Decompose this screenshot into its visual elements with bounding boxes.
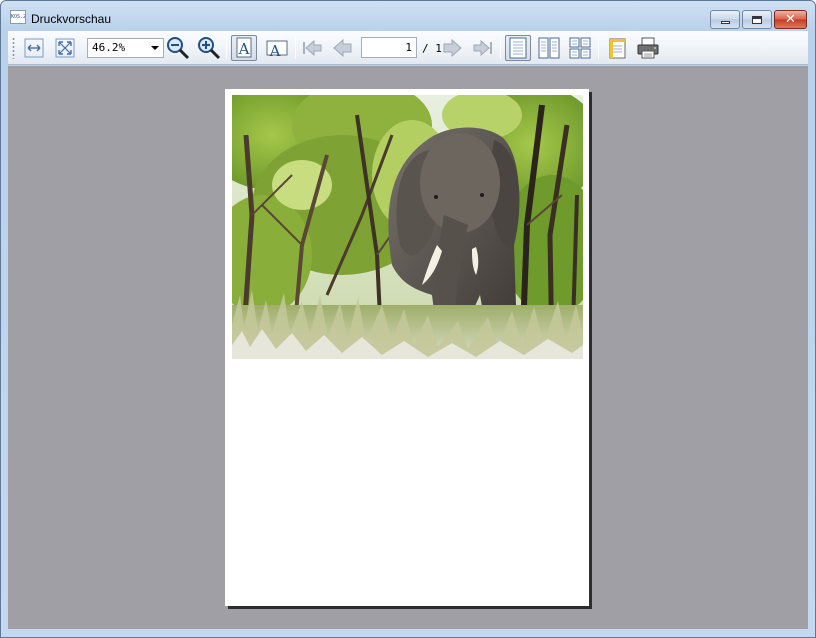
page-setup-icon bbox=[609, 38, 626, 59]
single-page-icon bbox=[509, 37, 527, 59]
toolbar-separator bbox=[226, 37, 227, 59]
window-title: Druckvorschau bbox=[31, 12, 112, 26]
single-page-button[interactable] bbox=[505, 35, 531, 61]
facing-pages-icon bbox=[538, 37, 560, 59]
page-total-label: / 1 bbox=[422, 42, 442, 55]
next-page-button[interactable] bbox=[440, 35, 466, 61]
toolbar-grip[interactable] bbox=[12, 37, 15, 59]
overview-pages-icon bbox=[569, 37, 591, 59]
toolbar-separator bbox=[598, 37, 599, 59]
zoom-out-button[interactable] bbox=[165, 35, 191, 61]
zoom-out-icon bbox=[167, 37, 190, 60]
fit-page-button[interactable] bbox=[52, 35, 78, 61]
current-page-input[interactable]: 1 bbox=[361, 37, 417, 58]
first-page-icon bbox=[303, 39, 322, 57]
close-button[interactable]: ✕ bbox=[774, 10, 807, 29]
last-page-button[interactable] bbox=[470, 35, 496, 61]
landscape-icon: A bbox=[266, 40, 288, 59]
facing-pages-button[interactable] bbox=[536, 35, 562, 61]
app-icon: KOS.2 bbox=[10, 10, 26, 24]
overview-pages-button[interactable] bbox=[567, 35, 593, 61]
page-setup-button[interactable] bbox=[604, 35, 630, 61]
svg-text:A: A bbox=[238, 40, 250, 58]
portrait-button[interactable]: A bbox=[231, 35, 257, 61]
fit-width-icon bbox=[24, 38, 44, 58]
zoom-value: 46.2% bbox=[92, 41, 126, 54]
landscape-button[interactable]: A bbox=[264, 35, 290, 61]
fit-width-button[interactable] bbox=[21, 35, 47, 61]
print-icon bbox=[637, 37, 659, 59]
elephant-photo bbox=[232, 95, 583, 359]
minimize-button[interactable] bbox=[710, 10, 740, 29]
title-bar[interactable]: KOS.2 Druckvorschau ✕ bbox=[1, 1, 815, 31]
preview-page bbox=[225, 89, 589, 606]
toolbar-separator bbox=[500, 37, 501, 59]
maximize-icon bbox=[752, 15, 762, 24]
zoom-in-button[interactable] bbox=[196, 35, 222, 61]
first-page-button[interactable] bbox=[299, 35, 325, 61]
preview-canvas[interactable] bbox=[8, 66, 808, 629]
preview-toolbar: 46.2% A A 1 / 1 bbox=[8, 31, 808, 65]
next-page-icon bbox=[443, 38, 462, 58]
print-button[interactable] bbox=[635, 35, 661, 61]
svg-text:A: A bbox=[269, 42, 281, 59]
print-preview-window: KOS.2 Druckvorschau ✕ 46.2% A A 1 / 1 bbox=[0, 0, 816, 638]
fit-page-icon bbox=[55, 38, 75, 58]
zoom-in-icon bbox=[198, 37, 221, 60]
close-icon: ✕ bbox=[785, 12, 796, 27]
zoom-combobox[interactable]: 46.2% bbox=[87, 38, 164, 58]
last-page-icon bbox=[473, 39, 492, 57]
chevron-down-icon[interactable] bbox=[151, 46, 159, 50]
minimize-icon bbox=[720, 21, 730, 24]
portrait-icon: A bbox=[236, 37, 252, 58]
prev-page-button[interactable] bbox=[329, 35, 355, 61]
toolbar-separator bbox=[295, 37, 296, 59]
maximize-button[interactable] bbox=[742, 10, 772, 29]
prev-page-icon bbox=[333, 38, 352, 58]
